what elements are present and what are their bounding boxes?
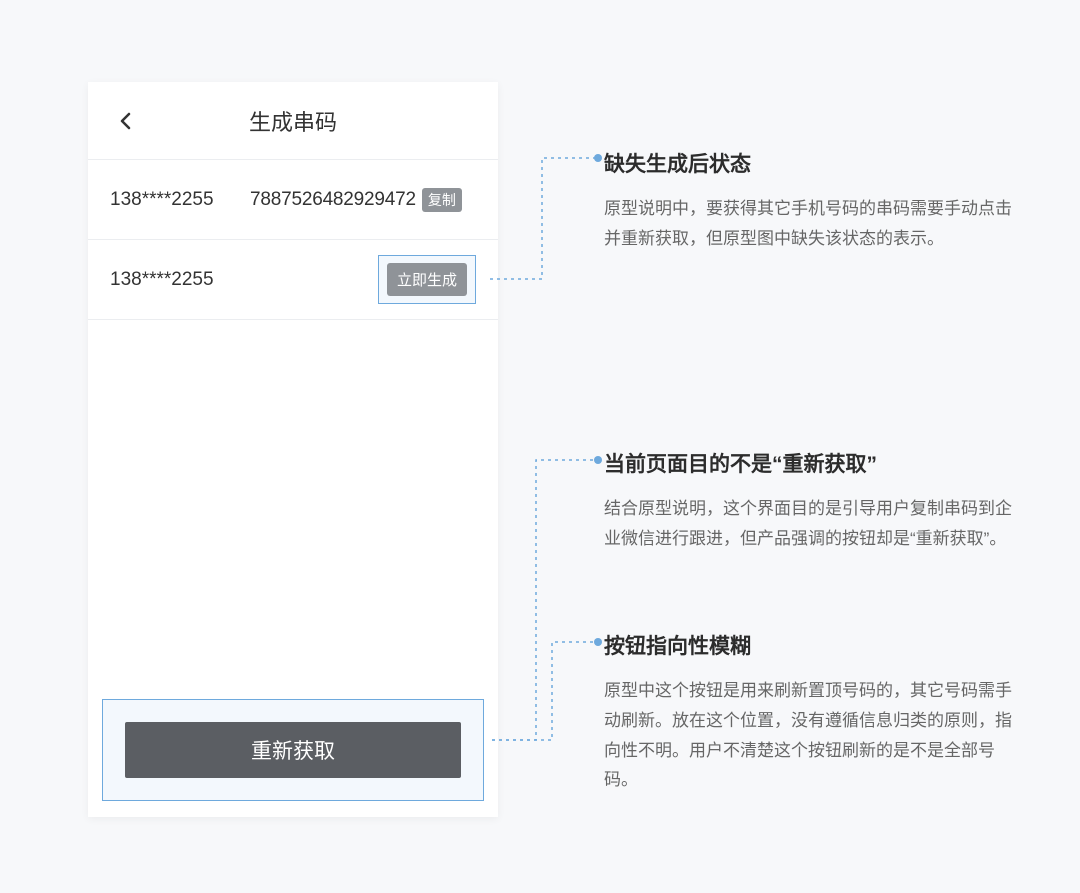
annotation-title: 缺失生成后状态	[604, 148, 1016, 178]
annotation-body: 原型中这个按钮是用来刷新置顶号码的，其它号码需手动刷新。放在这个位置，没有遵循信…	[604, 676, 1016, 795]
connector-line-2	[492, 452, 604, 752]
refresh-button[interactable]: 重新获取	[125, 722, 461, 778]
phone-number: 138****2255	[110, 189, 250, 211]
connector-line-1	[490, 150, 604, 290]
annotation-body: 结合原型说明，这个界面目的是引导用户复制串码到企业微信进行跟进，但产品强调的按钮…	[604, 494, 1016, 554]
refresh-highlight-box: 重新获取	[102, 699, 484, 801]
generate-button[interactable]: 立即生成	[387, 263, 467, 296]
phone-mockup: 生成串码 138****2255 7887526482929472 复制 138…	[88, 82, 498, 817]
annotation-title: 按钮指向性模糊	[604, 630, 1016, 660]
page-title: 生成串码	[112, 105, 474, 137]
annotation-3: 按钮指向性模糊 原型中这个按钮是用来刷新置顶号码的，其它号码需手动刷新。放在这个…	[604, 630, 1016, 795]
annotation-1: 缺失生成后状态 原型说明中，要获得其它手机号码的串码需要手动点击并重新获取，但原…	[604, 148, 1016, 254]
code-row: 138****2255 7887526482929472 复制	[88, 160, 498, 240]
connector-line-3	[492, 634, 604, 750]
phone-number: 138****2255	[110, 269, 250, 291]
annotation-2: 当前页面目的不是“重新获取” 结合原型说明，这个界面目的是引导用户复制串码到企业…	[604, 448, 1016, 554]
annotation-body: 原型说明中，要获得其它手机号码的串码需要手动点击并重新获取，但原型图中缺失该状态…	[604, 194, 1016, 254]
code-row: 138****2255 立即生成	[88, 240, 498, 320]
annotation-title: 当前页面目的不是“重新获取”	[604, 448, 1016, 478]
phone-header: 生成串码	[88, 82, 498, 160]
back-icon[interactable]	[116, 111, 136, 131]
copy-button[interactable]: 复制	[422, 188, 462, 212]
generate-highlight-box: 立即生成	[378, 255, 476, 304]
code-value: 7887526482929472	[250, 189, 416, 211]
